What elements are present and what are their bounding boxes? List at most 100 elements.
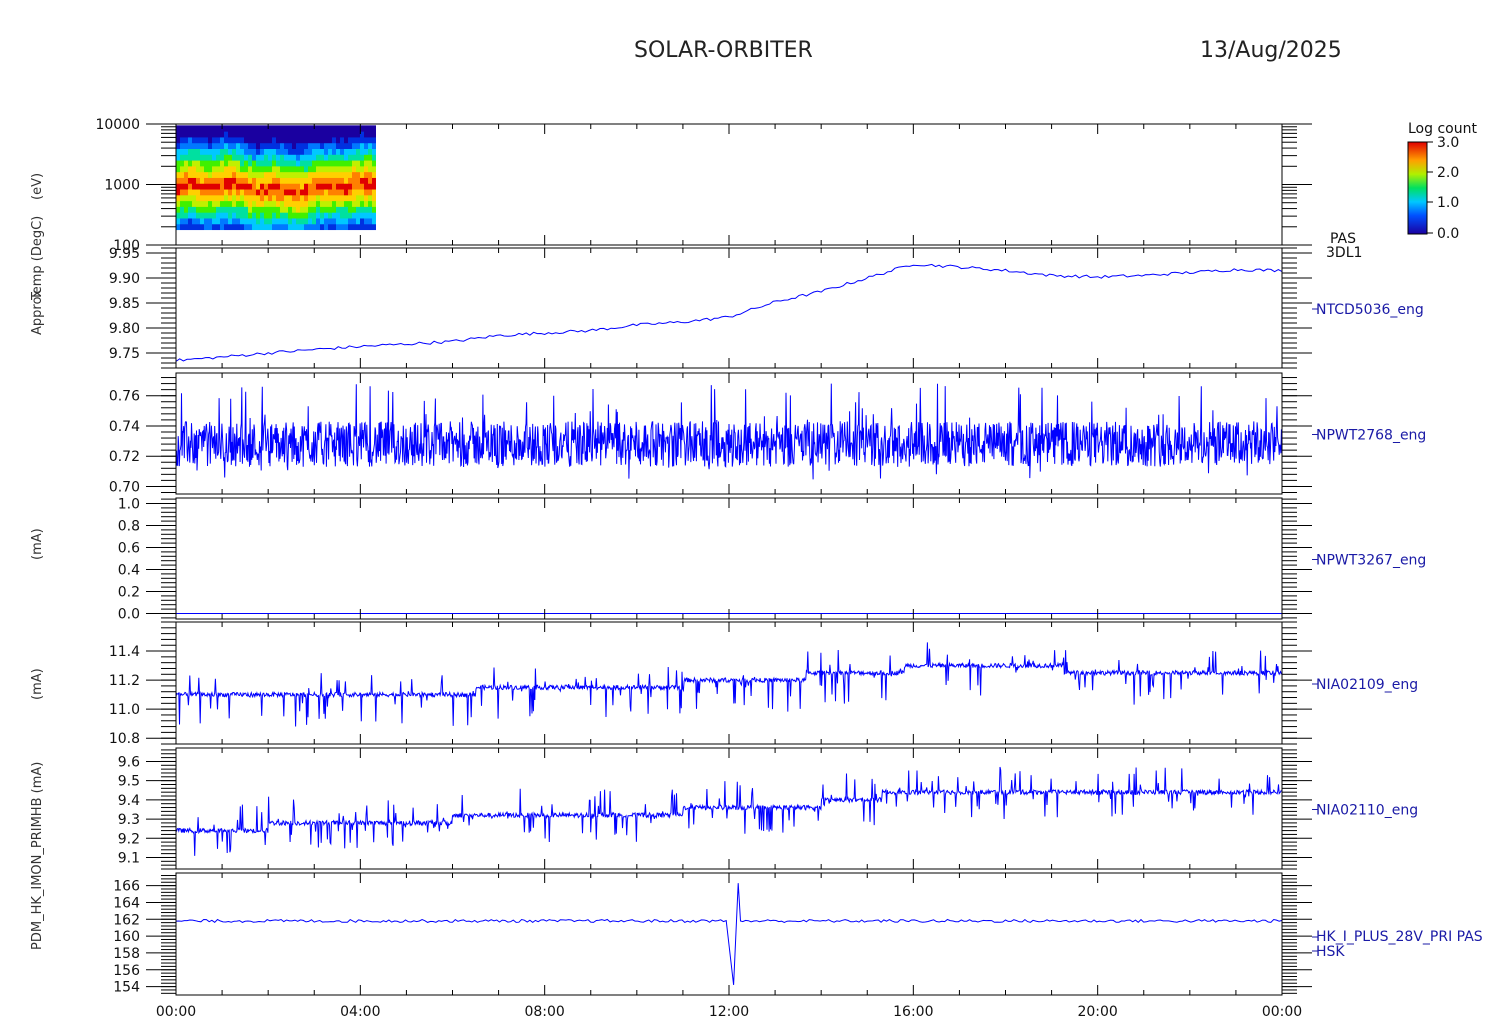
heatmap-cell: [276, 165, 280, 173]
heatmap-cell: [344, 177, 348, 184]
heatmap-cell: [184, 177, 188, 184]
heatmap-cell: [208, 154, 212, 161]
heatmap-cell: [184, 200, 188, 207]
heatmap-cell: [312, 223, 316, 231]
heatmap-cell: [248, 206, 252, 213]
heatmap-cell: [232, 142, 236, 150]
heatmap-cell: [228, 223, 232, 231]
heatmap-cell: [180, 200, 184, 207]
heatmap-cell: [308, 160, 312, 167]
heatmap-cell: [252, 154, 256, 161]
heatmap-cell: [196, 148, 200, 155]
heatmap-cell: [272, 194, 276, 202]
heatmap-cell: [224, 223, 228, 231]
heatmap-cell: [192, 223, 196, 231]
heatmap-cell: [176, 142, 180, 150]
heatmap-cell: [324, 200, 328, 207]
heatmap-cell: [348, 148, 352, 155]
heatmap-cell: [332, 177, 336, 184]
heatmap-cell: [208, 217, 212, 225]
heatmap-cell: [200, 206, 204, 213]
heatmap-cell: [340, 200, 344, 207]
heatmap-cell: [316, 160, 320, 167]
heatmap-cell: [208, 142, 212, 150]
heatmap-cell: [348, 206, 352, 213]
heatmap-cell: [224, 177, 228, 184]
heatmap-cell: [348, 131, 352, 138]
heatmap-cell: [204, 171, 208, 178]
heatmap-cell: [344, 131, 348, 138]
heatmap-cell: [204, 131, 208, 138]
heatmap-cell: [232, 206, 236, 213]
heatmap-cell: [368, 154, 372, 161]
heatmap-cell: [360, 183, 364, 190]
heatmap-cell: [184, 131, 188, 138]
heatmap-cell: [320, 142, 324, 150]
heatmap-cell: [232, 223, 236, 231]
heatmap-cell: [352, 212, 356, 219]
heatmap-cell: [204, 217, 208, 225]
heatmap-cell: [300, 177, 304, 184]
heatmap-cell: [276, 183, 280, 190]
heatmap-cell: [332, 206, 336, 213]
heatmap-cell: [260, 131, 264, 138]
heatmap-cell: [356, 131, 360, 138]
heatmap-cell: [200, 217, 204, 225]
heatmap-cell: [252, 131, 256, 138]
heatmap-cell: [332, 142, 336, 150]
heatmap-cell: [236, 136, 240, 144]
heatmap-cell: [268, 154, 272, 161]
heatmap-cell: [320, 136, 324, 144]
heatmap-cell: [180, 160, 184, 167]
heatmap-cell: [348, 217, 352, 225]
heatmap-cell: [368, 223, 372, 231]
heatmap-cell: [244, 183, 248, 190]
heatmap-cell: [340, 171, 344, 178]
heatmap-cell: [200, 189, 204, 196]
heatmap-cell: [292, 223, 296, 231]
heatmap-cell: [224, 194, 228, 202]
heatmap-cell: [304, 148, 308, 155]
heatmap-cell: [228, 136, 232, 144]
heatmap-cell: [308, 177, 312, 184]
xtick-label: 20:00: [1077, 1004, 1117, 1020]
heatmap-cell: [284, 212, 288, 219]
ytick-label: 0.2: [118, 585, 140, 601]
heatmap-cell: [300, 125, 304, 132]
heatmap-cell: [336, 142, 340, 150]
heatmap-cell: [344, 217, 348, 225]
heatmap-cell: [292, 148, 296, 155]
heatmap-cell: [176, 194, 180, 202]
heatmap-cell: [332, 183, 336, 190]
heatmap-cell: [252, 223, 256, 231]
panel-frame: [175, 872, 1283, 996]
heatmap-cell: [204, 183, 208, 190]
ytick-label: 9.90: [109, 271, 140, 287]
heatmap-cell: [228, 194, 232, 202]
heatmap-cell: [216, 148, 220, 155]
heatmap-cell: [352, 136, 356, 144]
heatmap-cell: [328, 160, 332, 167]
heatmap-cell: [216, 212, 220, 219]
xtick-label: 00:00: [156, 1004, 196, 1020]
heatmap-cell: [332, 131, 336, 138]
heatmap-cell: [180, 171, 184, 178]
heatmap-cell: [368, 206, 372, 213]
heatmap-cell: [216, 131, 220, 138]
heatmap-cell: [224, 212, 228, 219]
heatmap-cell: [324, 189, 328, 196]
heatmap-cell: [196, 212, 200, 219]
heatmap-cell: [236, 223, 240, 231]
heatmap-cell: [300, 189, 304, 196]
heatmap-cell: [260, 200, 264, 207]
colorbar-scale: [1407, 141, 1428, 235]
heatmap-cell: [336, 171, 340, 178]
ytick-label: 0.76: [109, 389, 140, 405]
heatmap-cell: [248, 194, 252, 202]
heatmap-cell: [288, 136, 292, 144]
heatmap-cell: [336, 206, 340, 213]
heatmap-cell: [328, 212, 332, 219]
heatmap-cell: [328, 154, 332, 161]
heatmap-cell: [296, 194, 300, 202]
heatmap-cell: [212, 142, 216, 150]
